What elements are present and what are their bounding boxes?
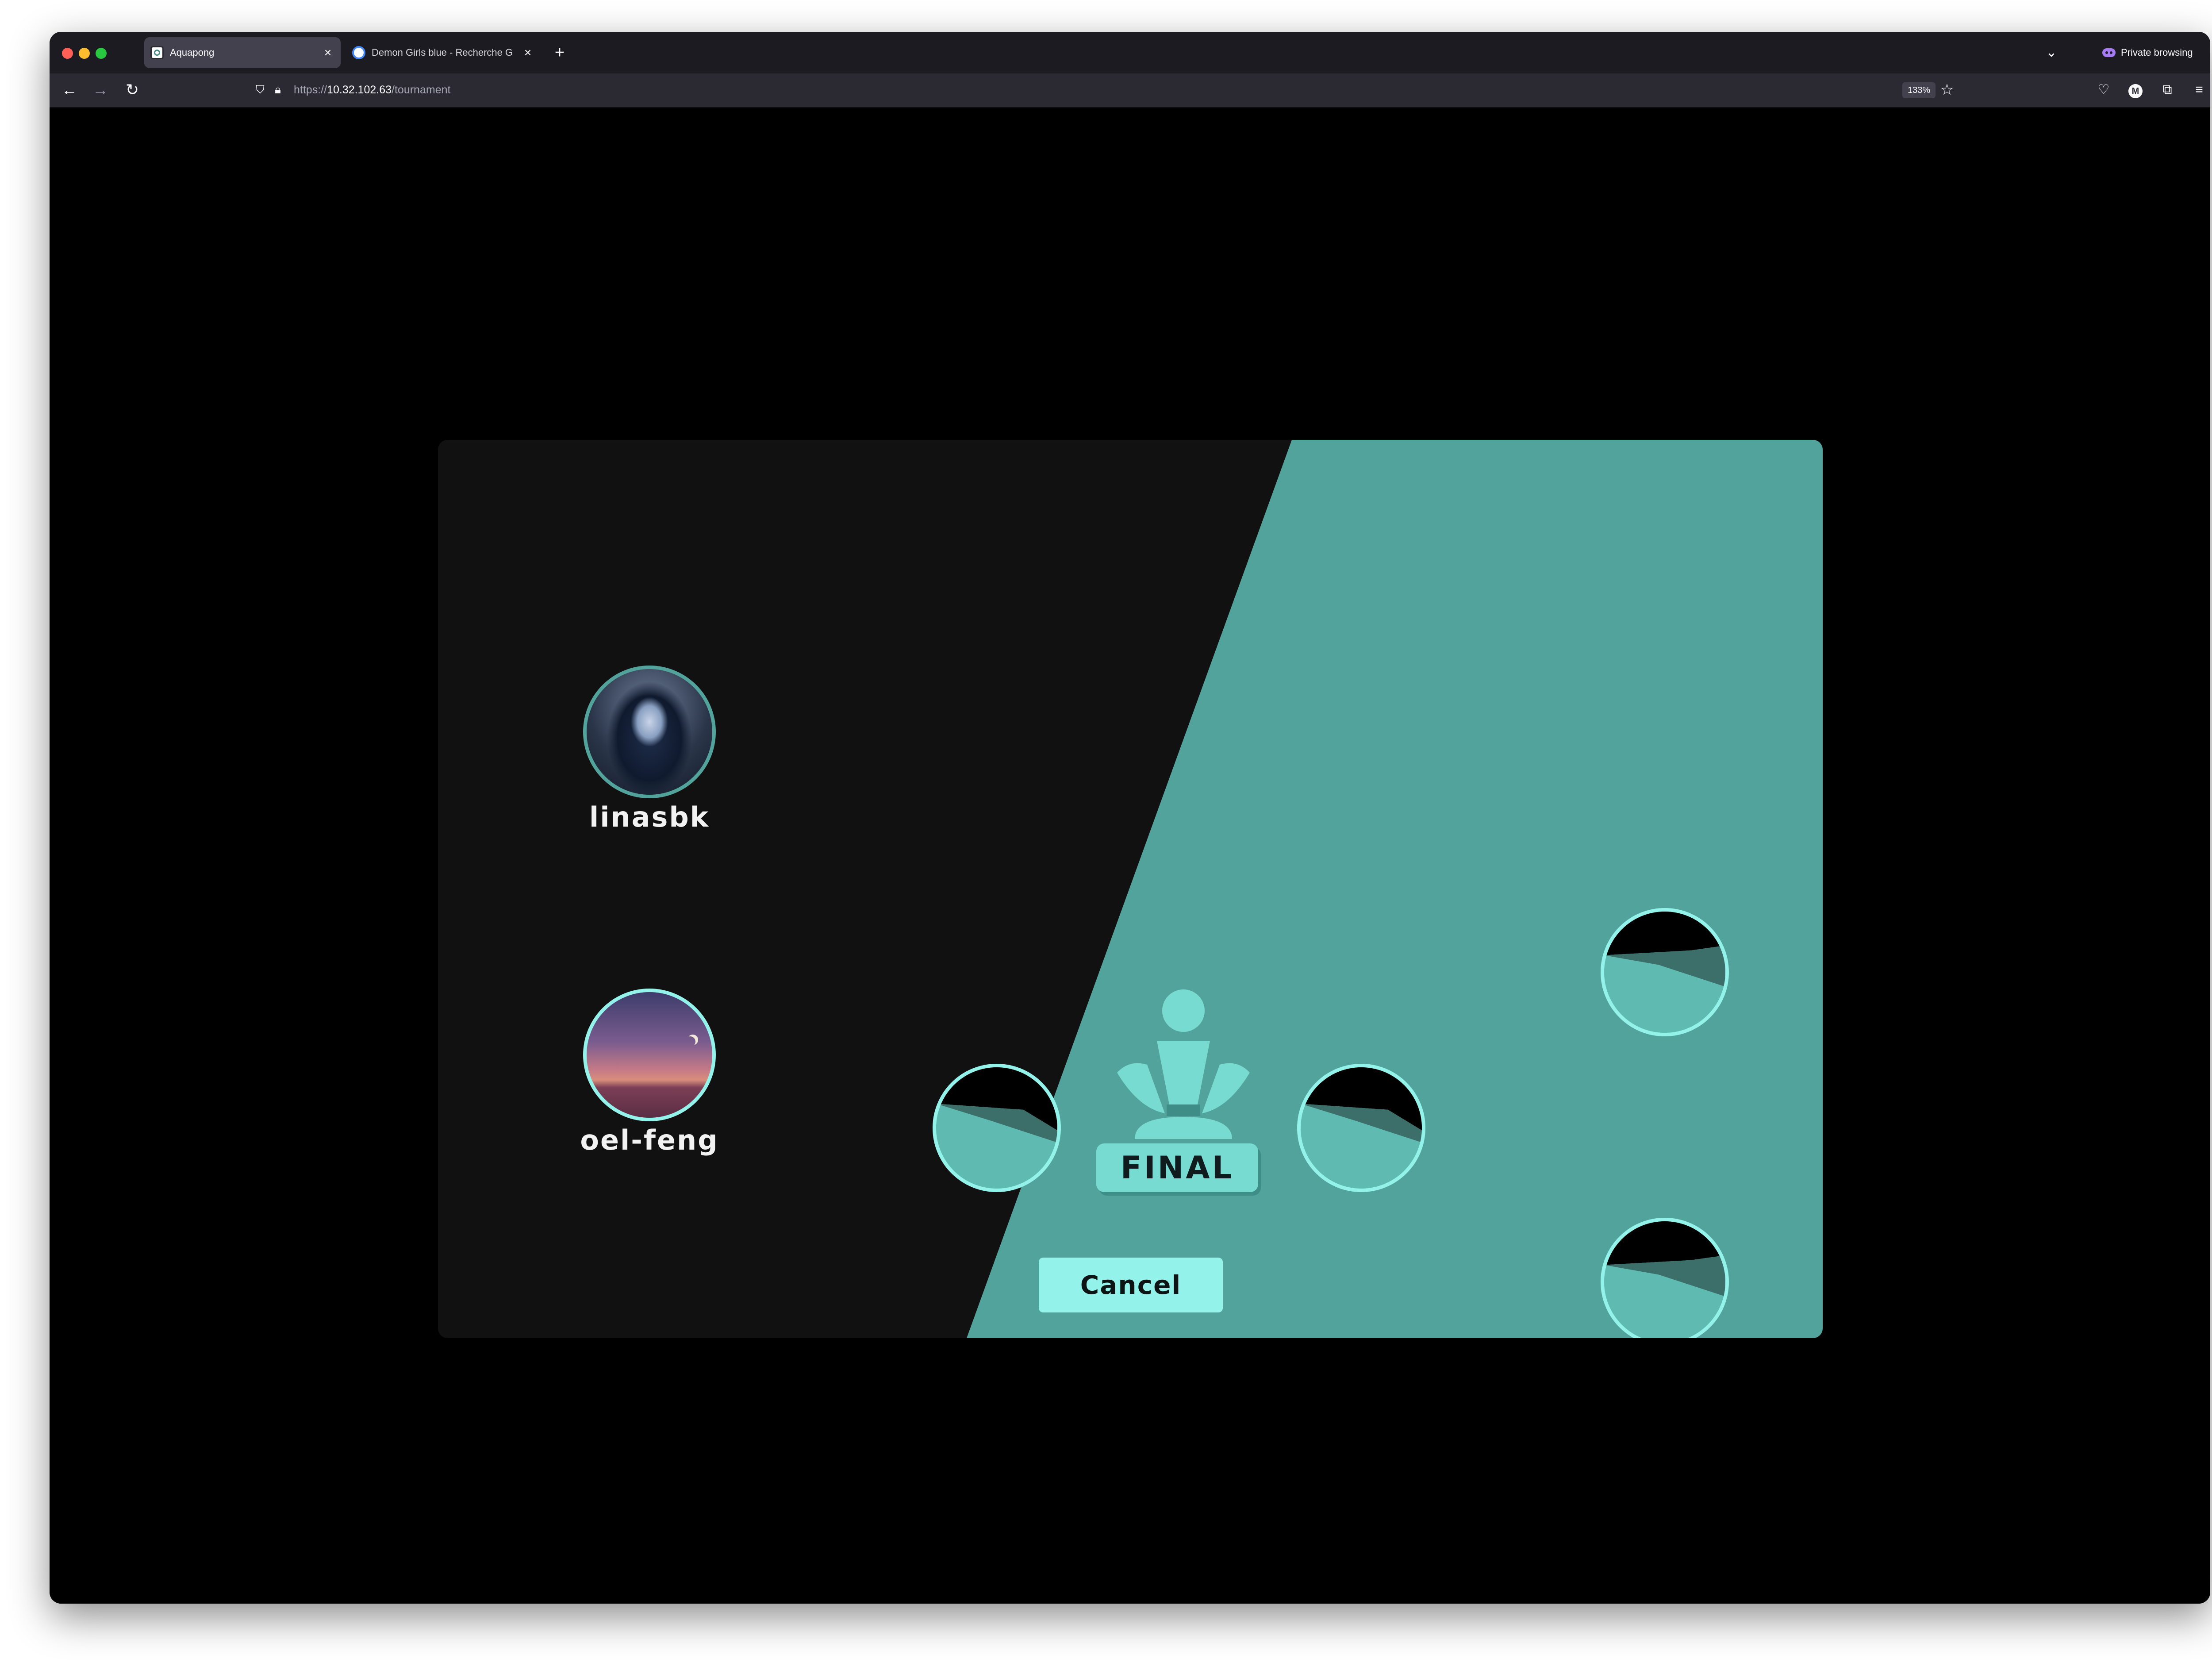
new-tab-button[interactable]: + [549, 42, 571, 64]
close-tab-icon[interactable]: × [521, 46, 534, 60]
cancel-button[interactable]: Cancel [1039, 1258, 1223, 1312]
player-avatar [583, 989, 716, 1121]
page-content: linasbk oel-feng FINAL Cancel [50, 108, 2210, 1604]
final-round-label: FINAL [1096, 1143, 1258, 1192]
trophy-icon [1117, 989, 1250, 1139]
account-icon[interactable]: M [2125, 80, 2146, 100]
player-name: linasbk [589, 801, 710, 833]
close-window-button[interactable] [62, 48, 73, 59]
tab-title: Demon Girls blue - Recherche G [372, 47, 513, 58]
tracking-shield-icon[interactable]: ⛉ [251, 83, 269, 97]
empty-player-slot-icon [1601, 1218, 1729, 1338]
reload-icon[interactable]: ↻ [119, 77, 145, 103]
player-avatar [583, 666, 716, 798]
tab-title: Aquapong [170, 47, 215, 58]
chevron-down-icon[interactable]: ⌄ [2040, 42, 2062, 64]
player-name: oel-feng [580, 1124, 719, 1156]
forward-arrow-icon[interactable]: → [88, 77, 113, 103]
zoom-level-badge[interactable]: 133% [1902, 82, 1936, 98]
empty-player-slot-icon [1601, 908, 1729, 1036]
navigation-bar: ← → ↻ ⛉ 🔒︎ https://10.32.102.63/tourname… [50, 73, 2210, 108]
player-linasbk: linasbk [579, 666, 720, 833]
browser-window: Aquapong × Demon Girls blue - Recherche … [50, 32, 2210, 1604]
crescent-moon-icon [685, 1036, 695, 1047]
close-tab-icon[interactable]: × [321, 46, 334, 60]
address-bar[interactable]: ⛉ 🔒︎ https://10.32.102.63/tournament [251, 77, 2003, 103]
tournament-bracket-card: linasbk oel-feng FINAL Cancel [438, 440, 1823, 1338]
google-favicon-icon [352, 46, 365, 59]
tab-strip: Aquapong × Demon Girls blue - Recherche … [50, 32, 2210, 73]
empty-player-slot-icon [1297, 1064, 1425, 1192]
aquapong-favicon-icon [150, 46, 164, 59]
hamburger-menu-icon[interactable]: ≡ [2189, 80, 2209, 100]
maximize-window-button[interactable] [96, 48, 107, 59]
url-host: 10.32.102.63 [327, 83, 392, 96]
tab-aquapong[interactable]: Aquapong × [144, 37, 341, 68]
bookmark-star-icon[interactable]: ☆ [1937, 80, 1957, 100]
extensions-puzzle-icon[interactable]: ⧉ [2157, 80, 2177, 100]
url-scheme: https:// [294, 83, 327, 96]
player-oel-feng: oel-feng [579, 989, 720, 1156]
private-browsing-indicator: Private browsing [2102, 42, 2193, 63]
url-text[interactable]: https://10.32.102.63/tournament [294, 84, 450, 96]
teal-diagonal-panel [967, 440, 1823, 1338]
tab-google-search[interactable]: Demon Girls blue - Recherche G × [346, 37, 541, 68]
back-arrow-icon[interactable]: ← [57, 77, 82, 103]
private-browsing-label: Private browsing [2121, 47, 2193, 58]
lock-icon[interactable]: 🔒︎ [269, 83, 287, 97]
private-mask-icon [2102, 48, 2116, 57]
minimize-window-button[interactable] [79, 48, 90, 59]
pocket-icon[interactable]: ♡ [2093, 80, 2114, 100]
url-path: /tournament [392, 83, 451, 96]
empty-player-slot-icon [933, 1064, 1061, 1192]
